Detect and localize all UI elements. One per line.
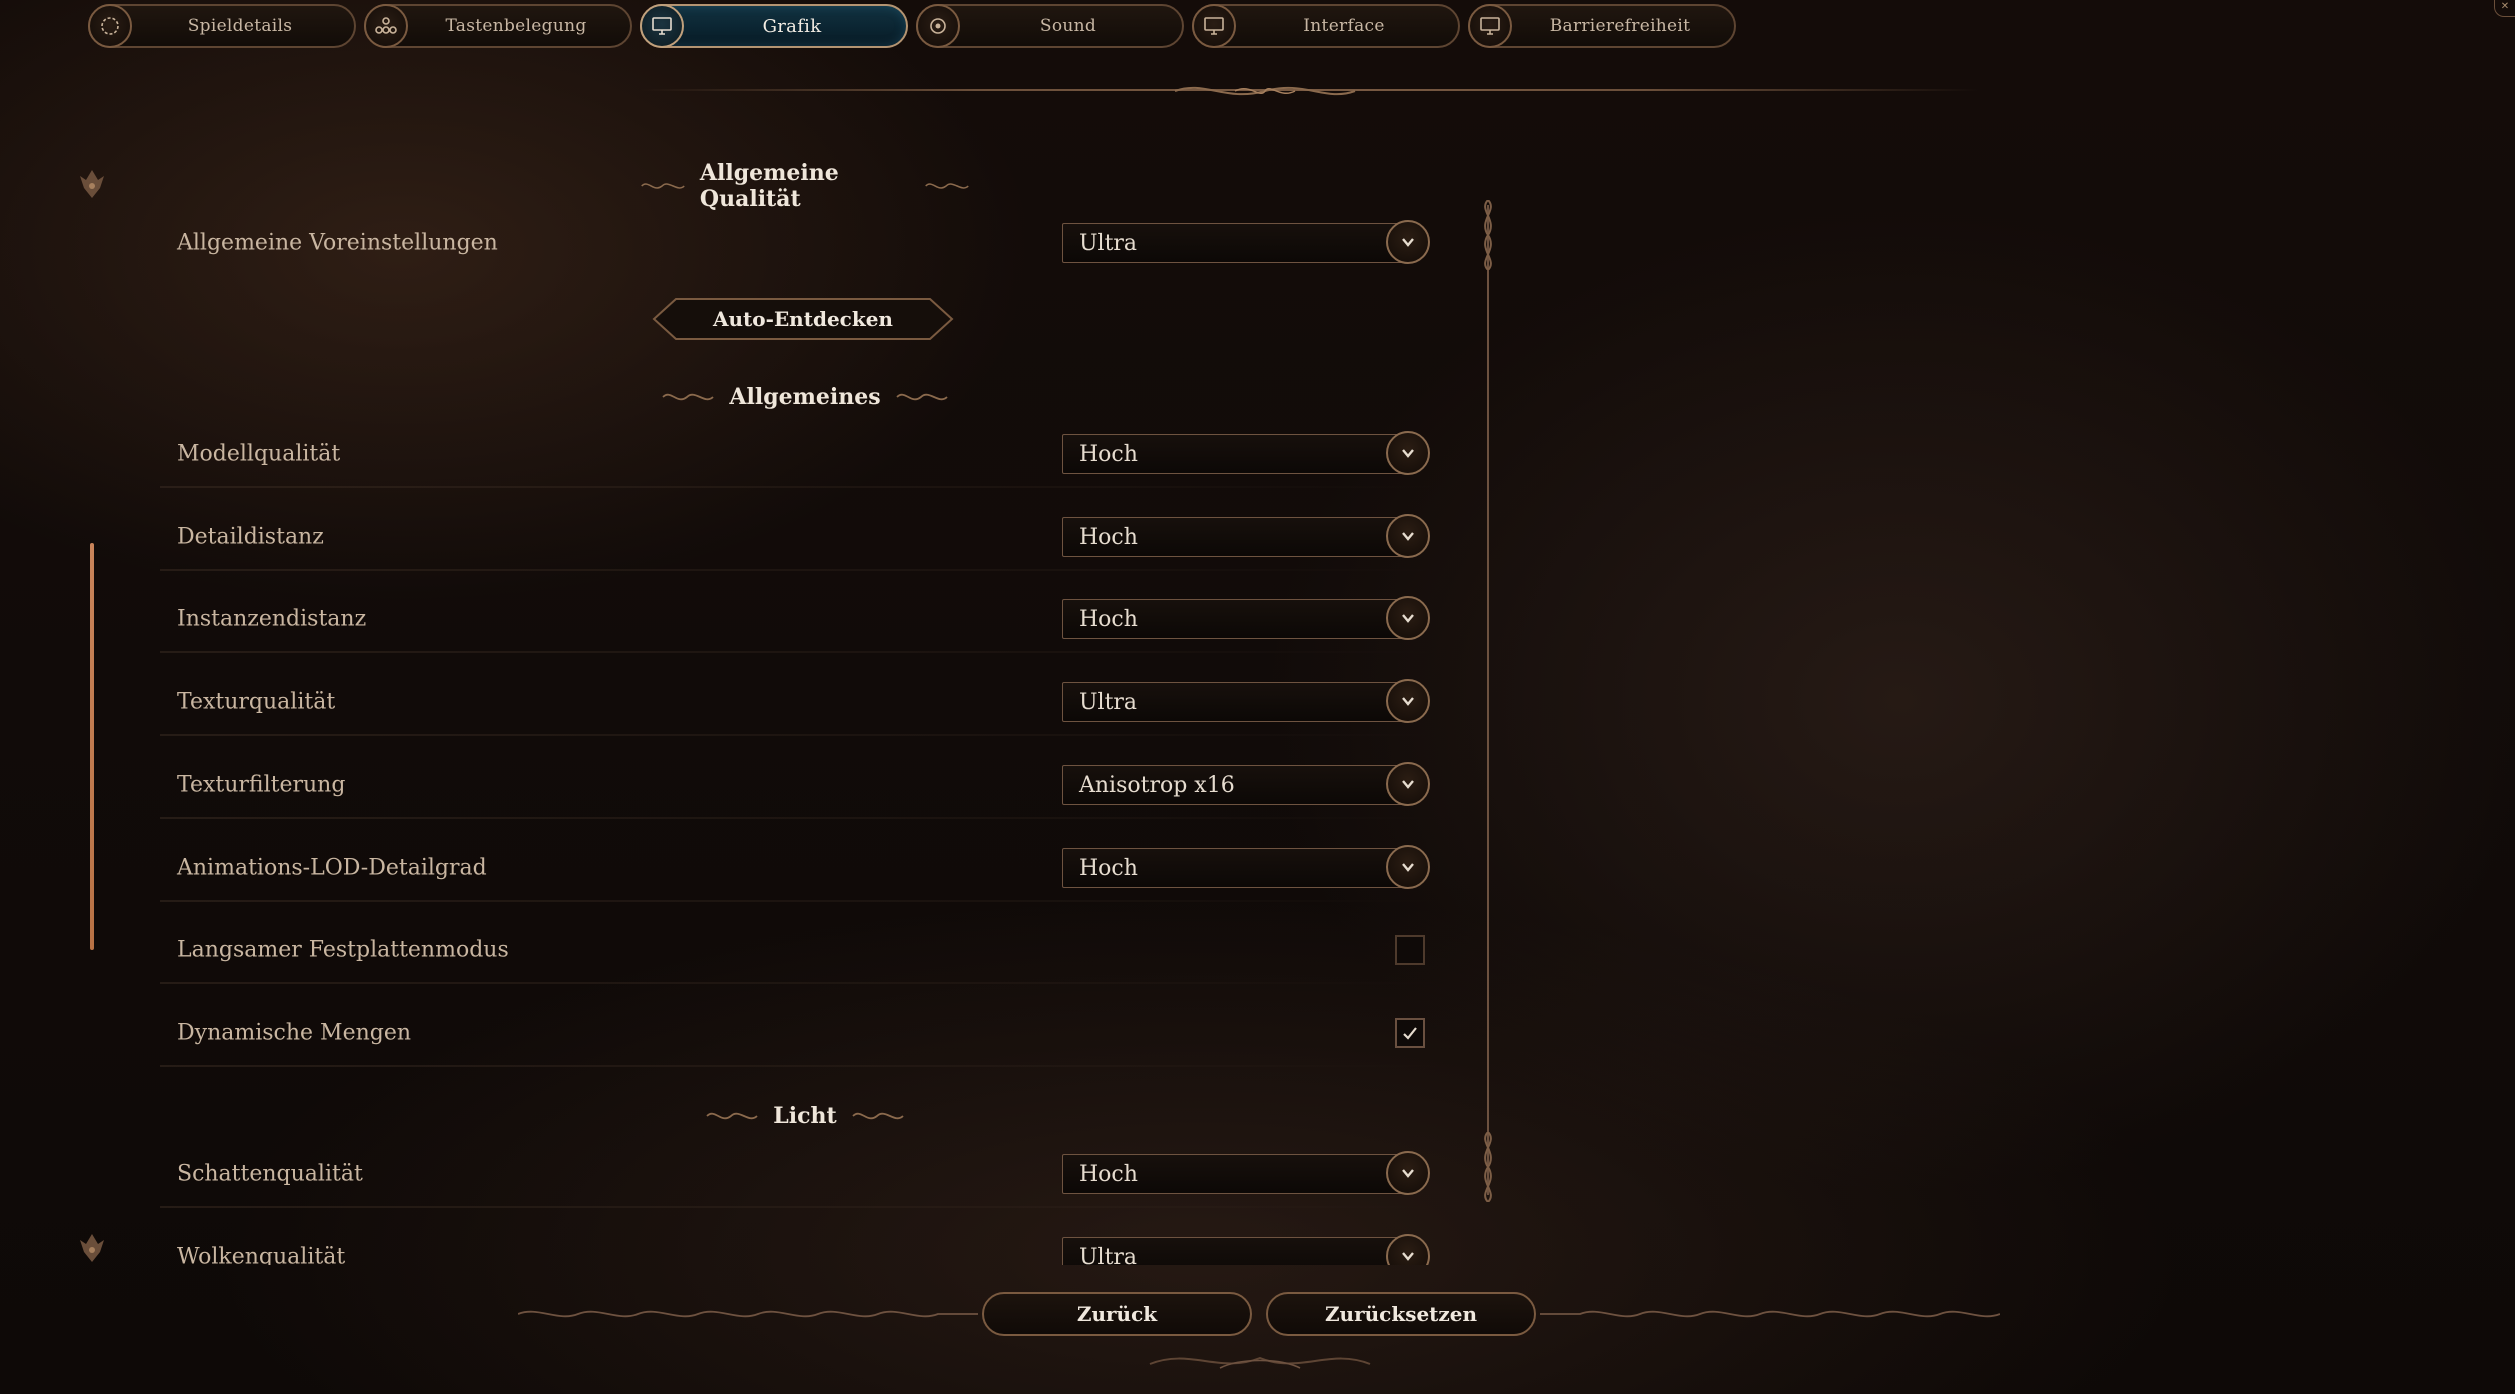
row-divider <box>160 817 1440 819</box>
setting-row-detail-distance: Detaildistanz Hoch <box>160 503 1440 571</box>
auto-detect-button[interactable]: Auto-Entdecken <box>652 296 954 342</box>
chevron-down-icon[interactable] <box>1386 1151 1430 1195</box>
row-divider <box>160 486 1440 488</box>
cloud-quality-dropdown[interactable]: Ultra <box>1062 1234 1430 1266</box>
dynamic-crowds-checkbox[interactable] <box>1395 1018 1425 1048</box>
anim-lod-dropdown[interactable]: Hoch <box>1062 845 1430 889</box>
dropdown-value: Hoch <box>1079 441 1138 467</box>
row-divider <box>160 734 1440 736</box>
instance-distance-dropdown[interactable]: Hoch <box>1062 596 1430 640</box>
flourish-right-icon <box>895 393 948 401</box>
checkmark-icon <box>1403 1027 1417 1040</box>
setting-label: Instanzendistanz <box>177 606 367 632</box>
section-header-light: Licht <box>640 1096 970 1136</box>
flourish-left-icon <box>706 1112 758 1120</box>
flourish-left-icon <box>641 183 685 189</box>
dropdown-value: Anisotrop x16 <box>1079 772 1235 798</box>
row-divider <box>160 982 1440 984</box>
setting-row-dynamic-crowds: Dynamische Mengen <box>160 999 1440 1067</box>
flourish-right-icon <box>925 183 969 189</box>
setting-label: Animations-LOD-Detailgrad <box>177 855 487 881</box>
chevron-down-icon[interactable] <box>1386 431 1430 475</box>
setting-row-texture-quality: Texturqualität Ultra <box>160 668 1440 736</box>
back-button[interactable]: Zurück <box>982 1292 1252 1336</box>
setting-label: Modellqualität <box>177 441 341 467</box>
preset-dropdown[interactable]: Ultra <box>1062 220 1430 264</box>
settings-panel: Allgemeine Qualität Allgemeine Voreinste… <box>0 0 1500 1265</box>
chevron-down-icon[interactable] <box>1386 514 1430 558</box>
dropdown-value: Ultra <box>1079 230 1138 256</box>
section-header-general: Allgemeines <box>640 377 970 417</box>
setting-label: Detaildistanz <box>177 524 324 550</box>
section-header-quality: Allgemeine Qualität <box>640 160 970 212</box>
setting-row-model-quality: Modellqualität Hoch <box>160 420 1440 488</box>
section-title: Allgemeine Qualität <box>699 160 839 212</box>
setting-row-texture-filter: Texturfilterung Anisotrop x16 <box>160 751 1440 819</box>
setting-label: Texturfilterung <box>177 772 346 798</box>
setting-label: Wolkenqualität <box>177 1244 346 1266</box>
chevron-down-icon[interactable] <box>1386 220 1430 264</box>
row-divider <box>160 1065 1440 1067</box>
section-title: Licht <box>773 1103 837 1129</box>
dropdown-value: Hoch <box>1079 524 1138 550</box>
auto-detect-label: Auto-Entdecken <box>713 307 893 331</box>
chevron-down-icon[interactable] <box>1386 1234 1430 1265</box>
setting-row-cloud-quality: Wolkenqualität Ultra <box>160 1223 1440 1265</box>
detail-distance-dropdown[interactable]: Hoch <box>1062 514 1430 558</box>
setting-row-preset: Allgemeine Voreinstellungen Ultra <box>160 209 1440 277</box>
chevron-down-icon[interactable] <box>1386 596 1430 640</box>
tab-label: Barrierefreiheit <box>1549 16 1691 36</box>
setting-row-instance-distance: Instanzendistanz Hoch <box>160 585 1440 653</box>
dropdown-value: Hoch <box>1079 1161 1138 1187</box>
row-divider <box>160 900 1440 902</box>
chevron-down-icon[interactable] <box>1386 845 1430 889</box>
flourish-left-icon <box>662 393 715 401</box>
dropdown-value: Ultra <box>1079 1244 1138 1266</box>
row-divider <box>160 1206 1440 1208</box>
setting-row-shadow-quality: Schattenqualität Hoch <box>160 1140 1440 1208</box>
footer-ornament-left-icon <box>518 1310 978 1318</box>
footer-ornament-icon <box>1149 1356 1371 1369</box>
texture-filter-dropdown[interactable]: Anisotrop x16 <box>1062 762 1430 806</box>
dropdown-value: Hoch <box>1079 855 1138 881</box>
shadow-quality-dropdown[interactable]: Hoch <box>1062 1151 1430 1195</box>
model-quality-dropdown[interactable]: Hoch <box>1062 431 1430 475</box>
row-divider <box>160 651 1440 653</box>
row-divider <box>160 569 1440 571</box>
section-title: Allgemeines <box>729 384 881 410</box>
dropdown-value: Ultra <box>1079 689 1138 715</box>
close-icon[interactable]: ✕ <box>2494 0 2515 17</box>
reset-button[interactable]: Zurücksetzen <box>1266 1292 1536 1336</box>
setting-label: Dynamische Mengen <box>177 1020 412 1046</box>
setting-row-slow-hdd: Langsamer Festplattenmodus <box>160 916 1440 984</box>
chevron-down-icon[interactable] <box>1386 679 1430 723</box>
setting-label: Langsamer Festplattenmodus <box>177 937 509 963</box>
slow-hdd-checkbox[interactable] <box>1395 935 1425 965</box>
texture-quality-dropdown[interactable]: Ultra <box>1062 679 1430 723</box>
flourish-right-icon <box>852 1112 904 1120</box>
dropdown-value: Hoch <box>1079 606 1138 632</box>
chevron-down-icon[interactable] <box>1386 762 1430 806</box>
setting-label: Texturqualität <box>177 689 336 715</box>
setting-label: Allgemeine Voreinstellungen <box>177 230 498 256</box>
setting-row-anim-lod: Animations-LOD-Detailgrad Hoch <box>160 834 1440 902</box>
footer-ornament-right-icon <box>1540 1310 2000 1318</box>
tab-barrierefreiheit[interactable]: Barrierefreiheit <box>1468 4 1736 48</box>
setting-label: Schattenqualität <box>177 1161 363 1187</box>
